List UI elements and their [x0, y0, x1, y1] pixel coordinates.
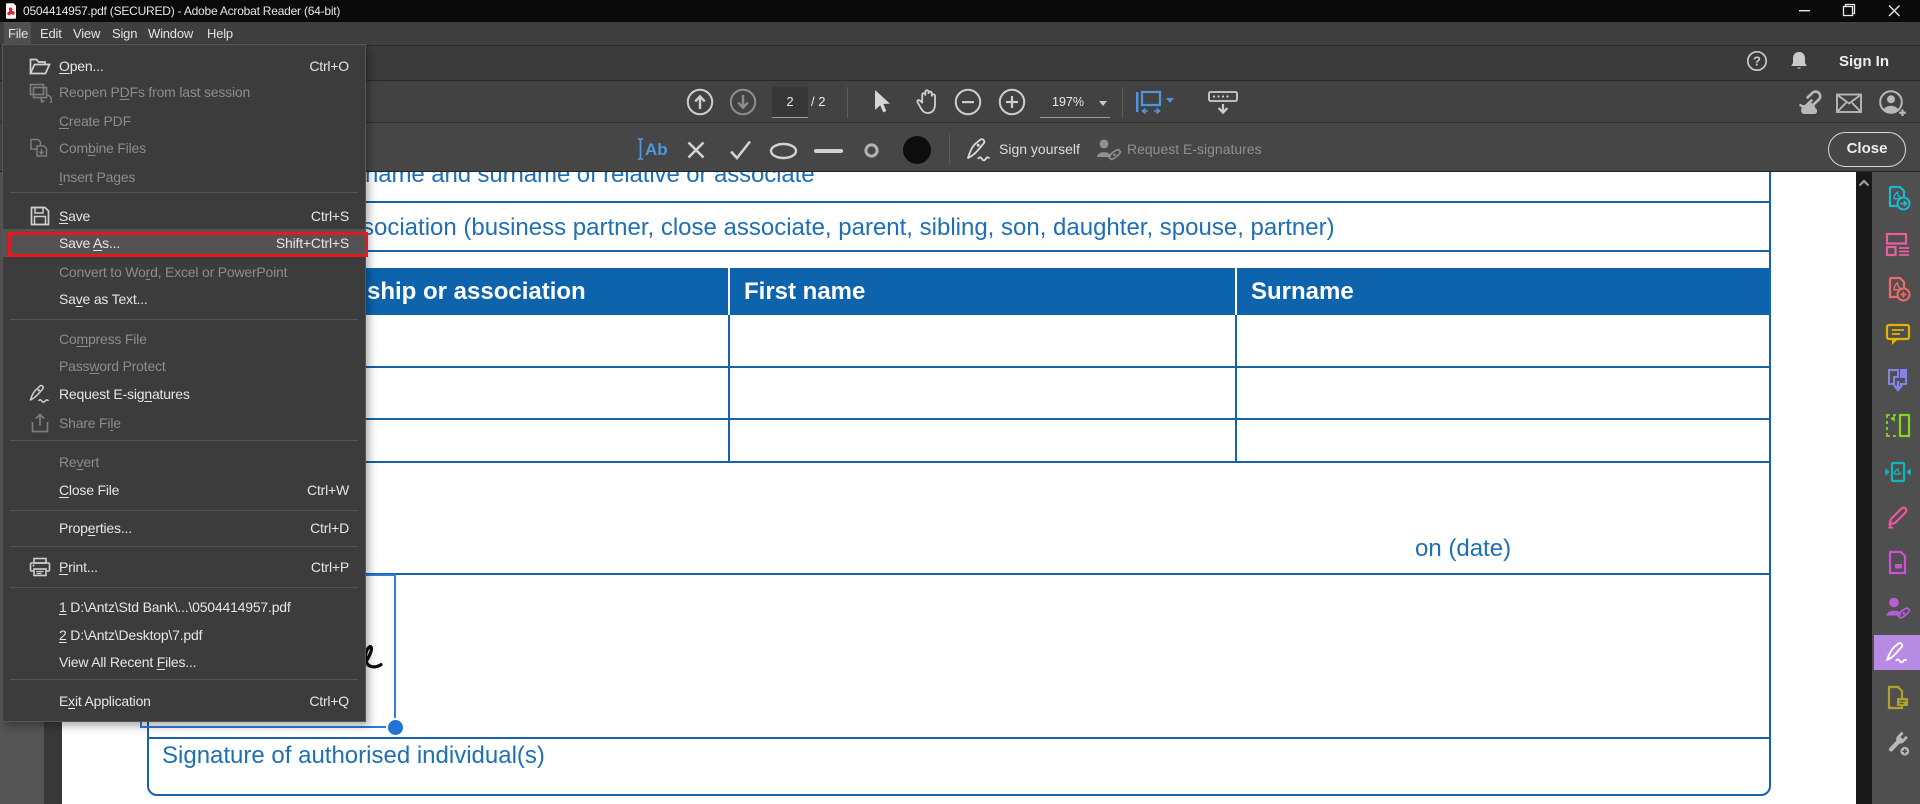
svg-text:Ab: Ab	[645, 140, 668, 159]
svg-text:?: ?	[1753, 54, 1761, 69]
